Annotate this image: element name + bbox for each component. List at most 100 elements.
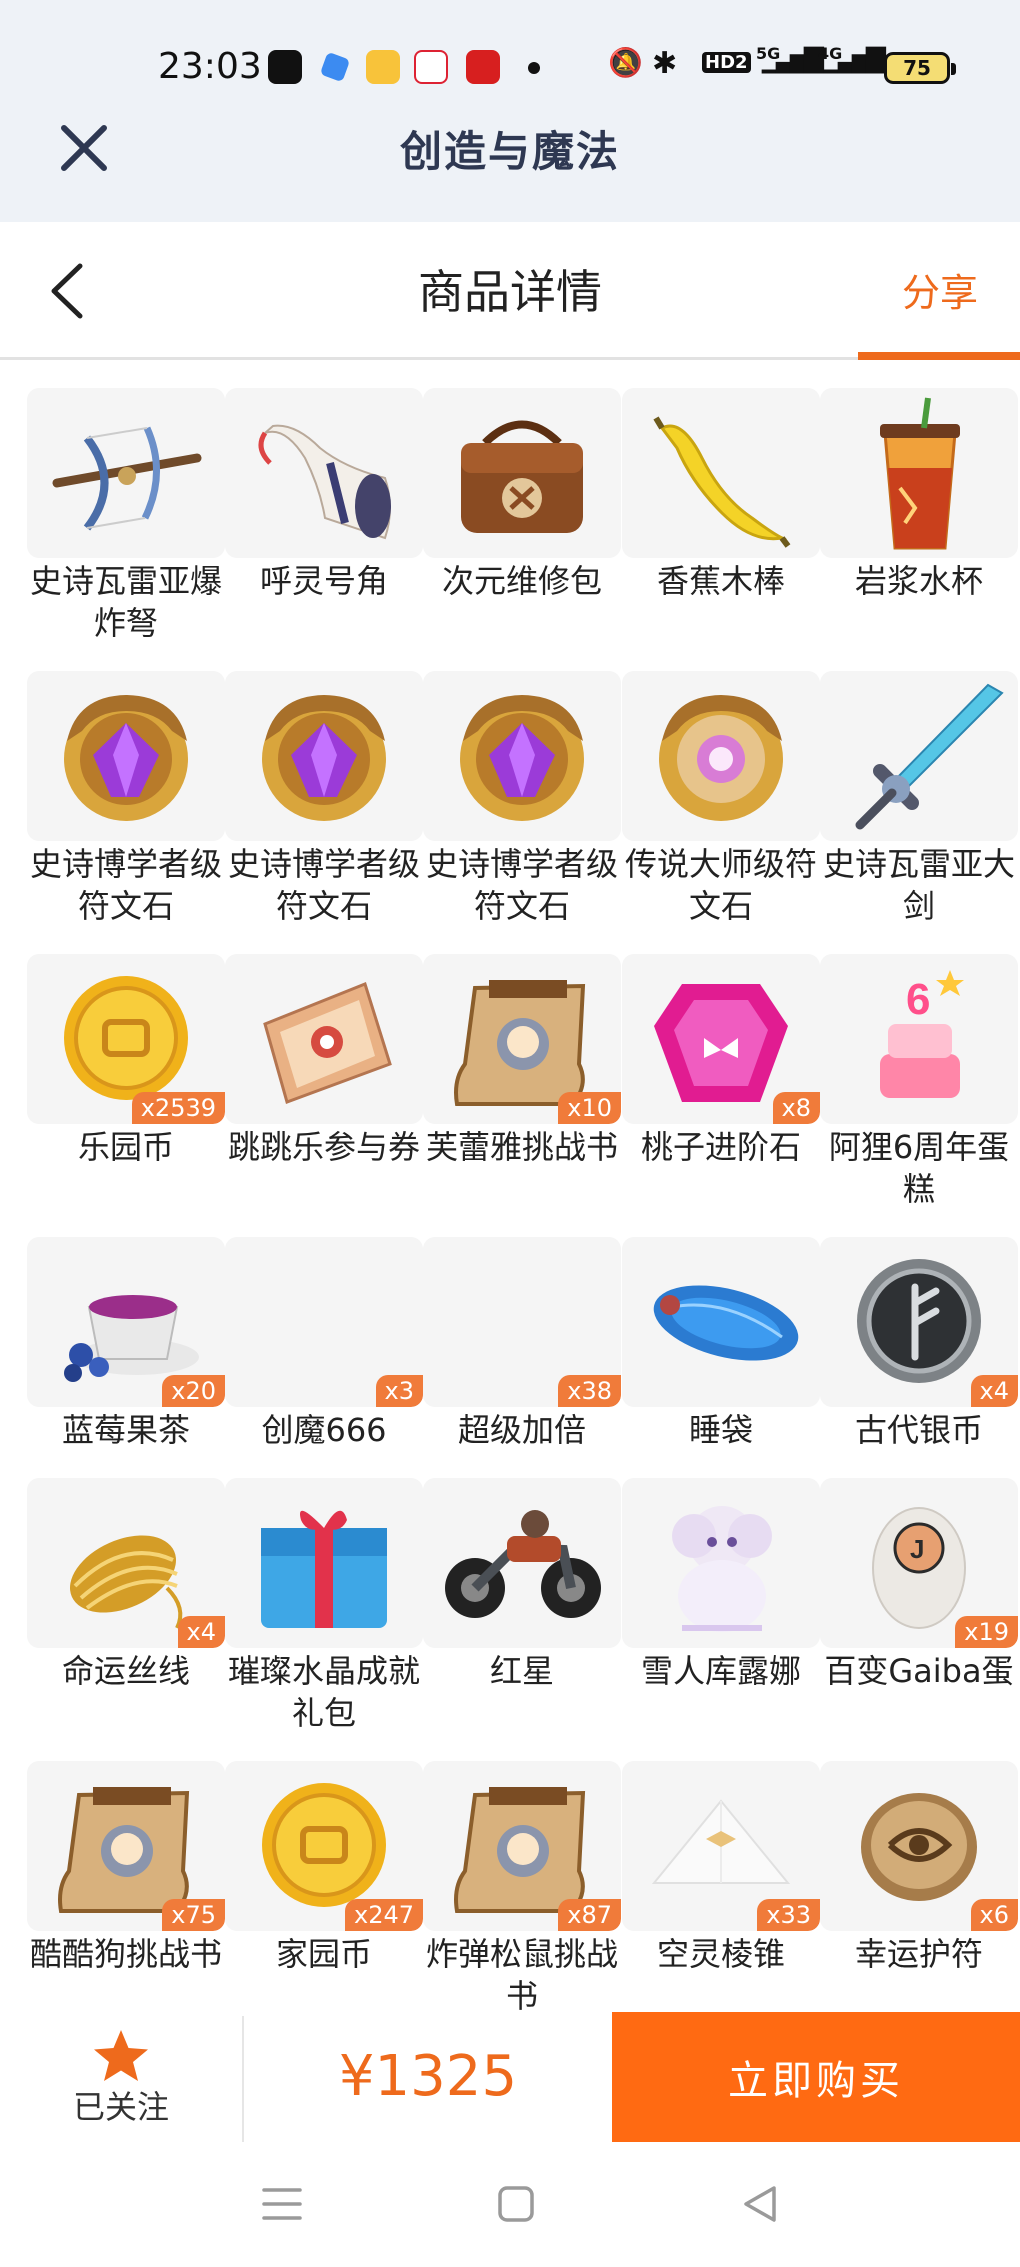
- item-grid: 史诗瓦雷亚爆炸弩 呼灵号角 次元维修包 香蕉木棒 岩浆水杯 史诗博学者级符文石 史诗博学者级…: [0, 360, 1020, 2010]
- item-name: 史诗瓦雷亚大剑: [822, 845, 1015, 925]
- douyin-icon: [268, 50, 302, 84]
- item-thumbnail: [622, 1478, 820, 1648]
- item-thumbnail: [225, 1478, 423, 1648]
- item-name: 空灵棱锥: [656, 1935, 785, 1973]
- item-thumbnail: [423, 388, 621, 558]
- item-name: 芙蕾雅挑战书: [425, 1128, 618, 1166]
- top-area: 23:03 🔕 ✱ HD2 5G ▁▃▅▇ 4G ▁▃▅▇ 75 创造与魔法: [0, 0, 1020, 222]
- signal-icon: ▁▃▅▇: [762, 44, 824, 74]
- hd-icon: HD2: [702, 52, 751, 73]
- quantity-badge: x33: [757, 1899, 820, 1931]
- item-name: 呼灵号角: [259, 562, 388, 600]
- item-thumbnail: 6: [820, 954, 1018, 1124]
- item-name: 岩浆水杯: [854, 562, 983, 600]
- bottom-bar: 已关注 ¥1325 立即购买: [0, 2010, 1020, 2142]
- battery-icon: 75: [884, 52, 956, 84]
- miniprogram-title: 创造与魔法: [399, 127, 620, 176]
- item-thumbnail: x8: [622, 954, 820, 1124]
- follow-button[interactable]: 已关注: [0, 2010, 242, 2142]
- item-thumbnail: [820, 388, 1018, 558]
- share-button[interactable]: 分享: [902, 262, 978, 317]
- item-name: 古代银币: [854, 1411, 983, 1449]
- status-time: 23:03: [158, 46, 262, 87]
- xuexi-icon: [466, 50, 500, 84]
- item-thumbnail: [27, 671, 225, 841]
- mute-icon: 🔕: [608, 46, 643, 79]
- price-label: ¥1325: [338, 2044, 518, 2109]
- page-header: 商品详情 分享: [0, 222, 1020, 360]
- people-daily-icon: [414, 50, 448, 84]
- star-icon: [94, 2030, 148, 2081]
- item-thumbnail: [27, 388, 225, 558]
- item-thumbnail: [622, 1237, 820, 1407]
- home-icon[interactable]: [488, 2176, 544, 2232]
- item-thumbnail: x2539: [27, 954, 225, 1124]
- item-thumbnail: x3: [225, 1237, 423, 1407]
- item-thumbnail: x6: [820, 1761, 1018, 1931]
- app-icon: [319, 51, 351, 83]
- quantity-badge: x19: [955, 1616, 1018, 1648]
- rune-stone-legend-icon: [659, 695, 783, 821]
- item-name: 家园币: [275, 1935, 372, 1973]
- quantity-badge: x4: [177, 1616, 225, 1648]
- banana-icon: [653, 416, 791, 548]
- item-name: 红星: [489, 1652, 554, 1690]
- item-thumbnail: x38: [423, 1237, 621, 1407]
- snow-creature-icon: [672, 1506, 772, 1632]
- bluetooth-icon: ✱: [652, 46, 678, 81]
- quantity-badge: x38: [558, 1375, 621, 1407]
- item-name: 次元维修包: [441, 562, 602, 600]
- back-triangle-icon[interactable]: [732, 2176, 788, 2232]
- svg-text:J: J: [910, 1534, 924, 1564]
- rune-stone-purple-icon: [64, 695, 188, 821]
- item-thumbnail: x4: [27, 1478, 225, 1648]
- item-name: 乐园币: [77, 1128, 174, 1166]
- sleeping-bag-icon: [653, 1285, 799, 1361]
- buy-now-button[interactable]: 立即购买: [612, 2012, 1020, 2142]
- lava-cup-icon: [880, 397, 960, 550]
- cake-icon: 6: [880, 970, 964, 1098]
- quantity-badge: x10: [558, 1092, 621, 1124]
- item-name: 创魔666: [261, 1411, 387, 1449]
- item-name: 桃子进阶石: [640, 1128, 801, 1166]
- item-thumbnail: [622, 671, 820, 841]
- item-name: 幸运护符: [854, 1935, 983, 1973]
- item-thumbnail: Jx19: [820, 1478, 1018, 1648]
- item-thumbnail: [423, 1478, 621, 1648]
- item-name: 阿狸6周年蛋糕: [828, 1128, 1010, 1208]
- motorcycle-icon: [445, 1510, 601, 1618]
- item-thumbnail: [225, 671, 423, 841]
- item-name: 蓝莓果茶: [61, 1411, 190, 1449]
- crossbow-icon: [52, 426, 202, 531]
- system-nav-bar: [0, 2142, 1020, 2267]
- item-thumbnail: x20: [27, 1237, 225, 1407]
- quantity-badge: x2539: [131, 1092, 225, 1124]
- item-thumbnail: x75: [27, 1761, 225, 1931]
- greatsword-icon: [855, 683, 1004, 830]
- quantity-badge: x87: [558, 1899, 621, 1931]
- signal2-icon: ▁▃▅▇: [824, 44, 886, 74]
- item-name: 传说大师级符文石: [624, 845, 817, 925]
- item-name: 炸弹松鼠挑战书: [425, 1935, 618, 2010]
- item-thumbnail: [622, 388, 820, 558]
- menu-icon[interactable]: [254, 2176, 310, 2232]
- share-underline: [858, 352, 1020, 360]
- item-name: 史诗瓦雷亚爆炸弩: [29, 562, 222, 642]
- item-thumbnail: x10: [423, 954, 621, 1124]
- quantity-badge: x8: [772, 1092, 820, 1124]
- item-name: 酷酷狗挑战书: [29, 1935, 222, 1973]
- item-thumbnail: [225, 954, 423, 1124]
- ticket-icon: [263, 982, 392, 1104]
- rune-stone-purple-icon: [460, 695, 584, 821]
- notification-dot: [528, 62, 540, 74]
- item-name: 睡袋: [688, 1411, 753, 1449]
- item-thumbnail: x87: [423, 1761, 621, 1931]
- quantity-badge: x20: [162, 1375, 225, 1407]
- status-bar: 23:03 🔕 ✱ HD2 5G ▁▃▅▇ 4G ▁▃▅▇ 75: [0, 40, 1020, 96]
- item-name: 香蕉木棒: [656, 562, 785, 600]
- weibo-icon: [366, 50, 400, 84]
- item-name: 史诗博学者级符文石: [29, 845, 222, 925]
- item-name: 百变Gaiba蛋: [824, 1652, 1014, 1690]
- quantity-badge: x247: [344, 1899, 423, 1931]
- item-thumbnail: [225, 388, 423, 558]
